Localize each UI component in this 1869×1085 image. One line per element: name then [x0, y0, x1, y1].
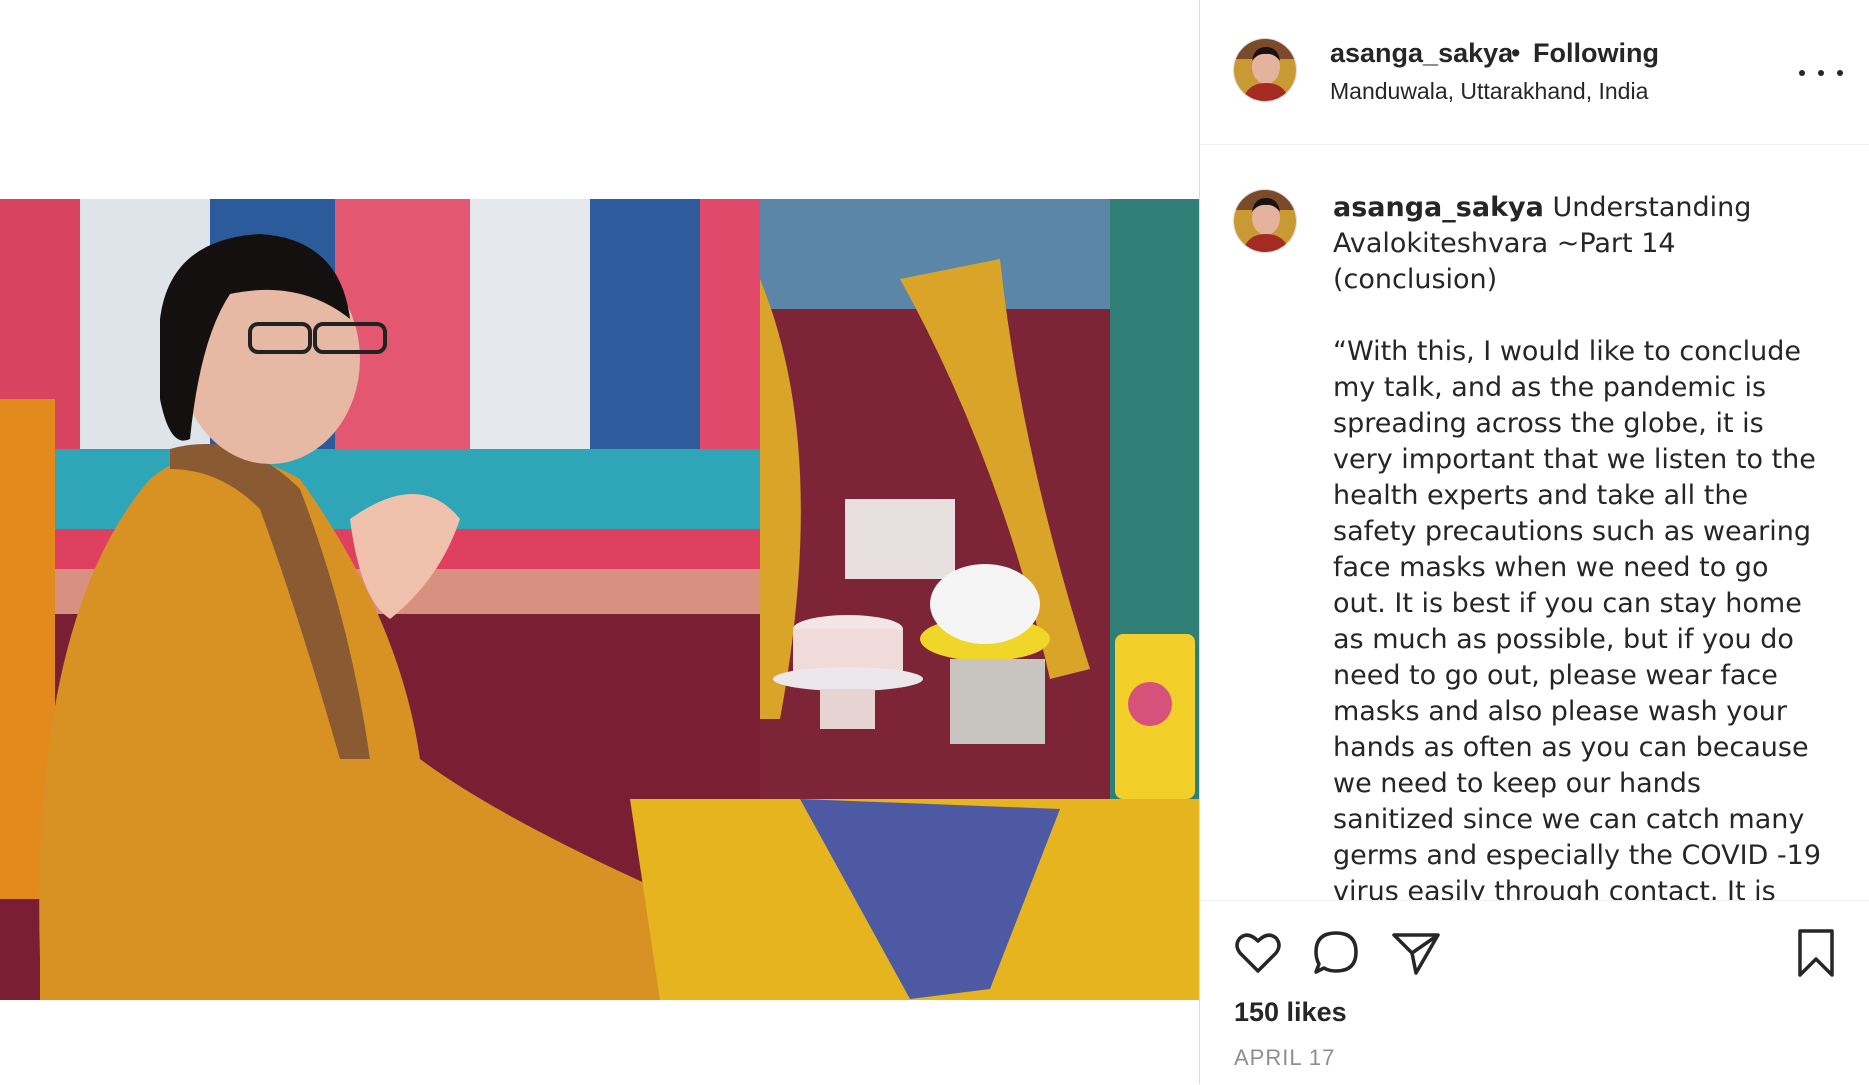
post-header: asanga_sakya • Following Manduwala, Utta… — [1200, 0, 1869, 145]
post-caption: asanga_sakya Understanding Avalokiteshva… — [1333, 190, 1823, 900]
caption-body: “With this, I would like to conclude my … — [1333, 336, 1822, 900]
media-pane — [0, 0, 1199, 1084]
following-button[interactable]: Following — [1533, 38, 1659, 69]
post-author-username[interactable]: asanga_sakya — [1330, 38, 1513, 69]
post-side-panel: asanga_sakya • Following Manduwala, Utta… — [1199, 0, 1869, 1084]
more-options-icon[interactable] — [1799, 58, 1843, 88]
send-icon[interactable] — [1390, 927, 1442, 979]
caption-username[interactable]: asanga_sakya — [1333, 192, 1544, 223]
post-date[interactable]: APRIL 17 — [1234, 1045, 1335, 1071]
post-actions: 150 likes APRIL 17 — [1200, 900, 1869, 1085]
follow-separator: • — [1511, 38, 1521, 68]
bookmark-icon[interactable] — [1790, 927, 1842, 979]
more-dot — [1818, 70, 1824, 76]
post-location-link[interactable]: Manduwala, Uttarakhand, India — [1330, 78, 1648, 105]
comment-icon[interactable] — [1310, 927, 1362, 979]
heart-icon[interactable] — [1232, 927, 1284, 979]
comments-scroll-area[interactable]: asanga_sakya Understanding Avalokiteshva… — [1200, 145, 1869, 900]
avatar[interactable] — [1233, 38, 1297, 102]
more-dot — [1837, 70, 1843, 76]
likes-count[interactable]: 150 likes — [1234, 997, 1347, 1028]
more-dot — [1799, 70, 1805, 76]
post-photo[interactable] — [0, 199, 1199, 1000]
caption-avatar[interactable] — [1233, 189, 1297, 253]
